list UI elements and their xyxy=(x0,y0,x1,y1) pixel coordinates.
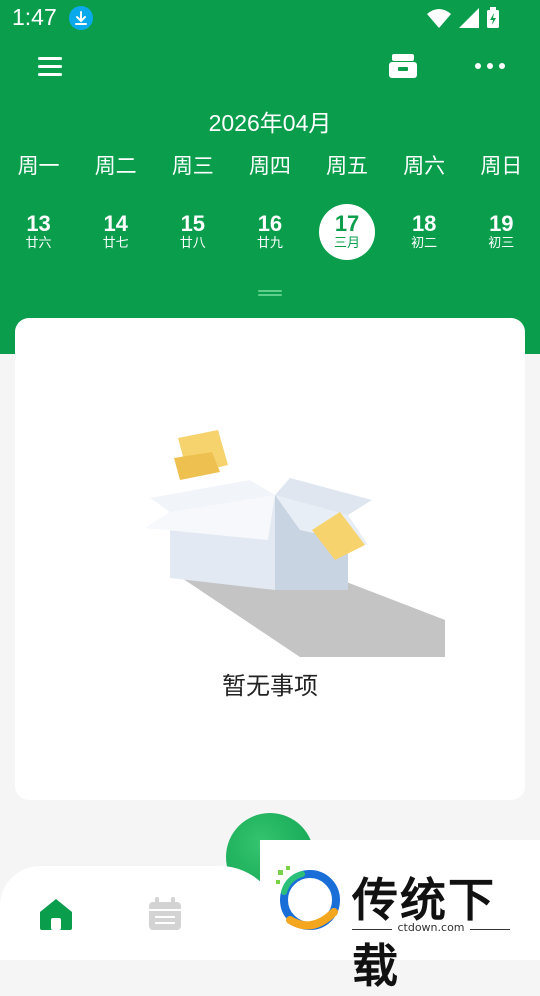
app-bar xyxy=(0,44,540,88)
day-cell[interactable]: 16 廿九 xyxy=(231,204,308,260)
status-bar: 1:47 xyxy=(0,0,540,38)
day-cell[interactable]: 19 初三 xyxy=(463,204,540,260)
weekday-label: 周二 xyxy=(94,154,137,178)
inbox-button[interactable] xyxy=(381,44,425,88)
day-cell-selected[interactable]: 17 三月 xyxy=(309,204,386,260)
lunar-date: 三月 xyxy=(334,236,361,251)
weekday-label: 周日 xyxy=(480,154,523,178)
lunar-date: 廿九 xyxy=(256,236,283,251)
weekday-label: 周六 xyxy=(403,154,446,178)
day-cell[interactable]: 15 廿八 xyxy=(154,204,231,260)
weekday-row: 周一 周二 周三 周四 周五 周六 周日 xyxy=(0,150,540,180)
day-number: 19 xyxy=(489,211,514,236)
battery-icon xyxy=(487,7,499,28)
month-title[interactable]: 2026年04月 xyxy=(0,104,540,138)
week-days-row: 13 廿六 14 廿七 15 廿八 16 廿九 17 三月 18 初二 19 初三 xyxy=(0,204,540,260)
day-number: 13 xyxy=(26,211,51,236)
empty-box-illustration xyxy=(145,430,445,657)
day-cell[interactable]: 14 廿七 xyxy=(77,204,154,260)
inbox-tray-icon xyxy=(389,54,417,78)
weekday-label: 周一 xyxy=(17,154,60,178)
lunar-date: 初三 xyxy=(488,236,515,251)
lunar-date: 廿六 xyxy=(25,236,52,251)
day-number: 16 xyxy=(257,211,283,236)
more-options-button[interactable] xyxy=(468,44,512,88)
expand-handle[interactable] xyxy=(258,290,282,296)
empty-state-message: 暂无事项 xyxy=(222,672,318,700)
signal-icon xyxy=(459,8,479,28)
day-cell[interactable]: 18 初二 xyxy=(386,204,463,260)
status-time: 1:47 xyxy=(12,4,57,30)
wifi-icon xyxy=(427,9,451,28)
weekday-label: 周四 xyxy=(248,154,291,178)
ctdown-logo-icon xyxy=(276,866,340,930)
home-icon xyxy=(40,899,72,930)
nav-calendar-tab[interactable] xyxy=(146,896,184,932)
weekday-label: 周三 xyxy=(171,154,214,178)
calendar-icon xyxy=(149,897,181,930)
download-icon xyxy=(69,6,93,30)
hamburger-menu-icon xyxy=(38,57,62,76)
lunar-date: 廿八 xyxy=(179,236,206,251)
day-number: 18 xyxy=(411,211,437,236)
more-horizontal-icon xyxy=(475,63,505,69)
menu-button[interactable] xyxy=(28,44,72,88)
weekday-label: 周五 xyxy=(326,154,369,178)
day-cell[interactable]: 13 廿六 xyxy=(0,204,77,260)
day-number: 15 xyxy=(180,211,206,236)
day-number: 17 xyxy=(334,211,360,236)
day-number: 14 xyxy=(103,211,128,236)
nav-home-tab[interactable] xyxy=(36,894,76,934)
lunar-date: 廿七 xyxy=(102,236,129,251)
watermark-url: ctdown.com xyxy=(397,921,465,934)
lunar-date: 初二 xyxy=(411,236,438,251)
